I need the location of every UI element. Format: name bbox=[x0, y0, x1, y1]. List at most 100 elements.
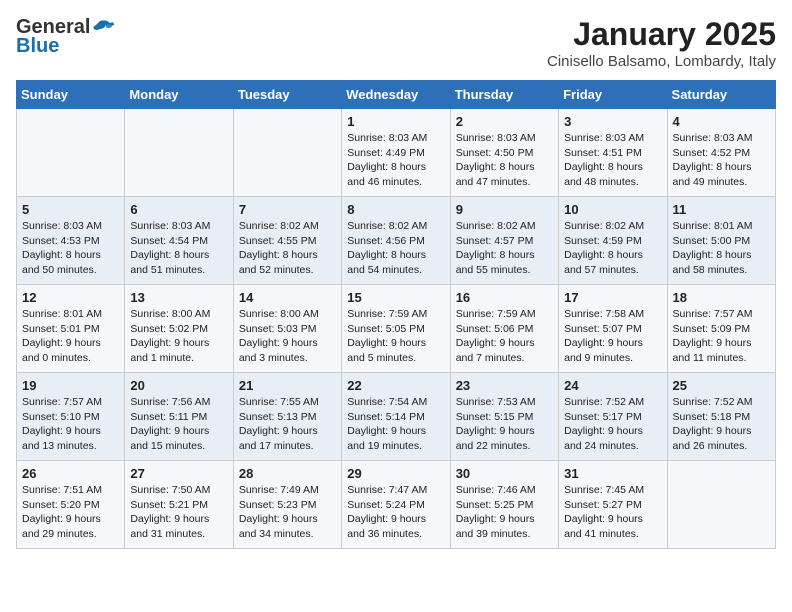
day-number: 23 bbox=[456, 378, 553, 393]
page-header: General Blue January 2025 Cinisello Bals… bbox=[16, 16, 776, 70]
day-number: 28 bbox=[239, 466, 336, 481]
day-info: Sunrise: 7:55 AM Sunset: 5:13 PM Dayligh… bbox=[239, 395, 336, 454]
day-number: 26 bbox=[22, 466, 119, 481]
calendar-cell bbox=[667, 461, 775, 549]
calendar-cell: 19 Sunrise: 7:57 AM Sunset: 5:10 PM Dayli… bbox=[17, 373, 125, 461]
day-info: Sunrise: 7:52 AM Sunset: 5:18 PM Dayligh… bbox=[673, 395, 770, 454]
calendar-week-row: 1Sunrise: 8:03 AM Sunset: 4:49 PM Daylig… bbox=[17, 109, 776, 197]
calendar-cell: 6 Sunrise: 8:03 AM Sunset: 4:54 PM Daylig… bbox=[125, 197, 233, 285]
day-number: 7 bbox=[239, 202, 336, 217]
calendar-cell: 24 Sunrise: 7:52 AM Sunset: 5:17 PM Dayli… bbox=[559, 373, 667, 461]
day-number: 21 bbox=[239, 378, 336, 393]
day-number: 20 bbox=[130, 378, 227, 393]
day-number: 13 bbox=[130, 290, 227, 305]
calendar-cell: 16Sunrise: 7:59 AM Sunset: 5:06 PM Dayli… bbox=[450, 285, 558, 373]
day-info: Sunrise: 7:56 AM Sunset: 5:11 PM Dayligh… bbox=[130, 395, 227, 454]
day-info: Sunrise: 7:46 AM Sunset: 5:25 PM Dayligh… bbox=[456, 483, 553, 542]
month-title: January 2025 bbox=[547, 16, 776, 53]
day-number: 8 bbox=[347, 202, 444, 217]
calendar-cell: 17Sunrise: 7:58 AM Sunset: 5:07 PM Dayli… bbox=[559, 285, 667, 373]
day-info: Sunrise: 8:03 AM Sunset: 4:50 PM Dayligh… bbox=[456, 131, 553, 190]
day-number: 3 bbox=[564, 114, 661, 129]
day-info: Sunrise: 8:02 AM Sunset: 4:55 PM Dayligh… bbox=[239, 219, 336, 278]
weekday-header-sunday: Sunday bbox=[17, 81, 125, 109]
day-number: 10 bbox=[564, 202, 661, 217]
calendar-cell: 10 Sunrise: 8:02 AM Sunset: 4:59 PM Dayli… bbox=[559, 197, 667, 285]
calendar-cell: 9Sunrise: 8:02 AM Sunset: 4:57 PM Daylig… bbox=[450, 197, 558, 285]
title-block: January 2025 Cinisello Balsamo, Lombardy… bbox=[547, 16, 776, 70]
calendar-cell bbox=[233, 109, 341, 197]
day-info: Sunrise: 8:01 AM Sunset: 5:00 PM Dayligh… bbox=[673, 219, 770, 278]
calendar-cell: 4Sunrise: 8:03 AM Sunset: 4:52 PM Daylig… bbox=[667, 109, 775, 197]
day-number: 4 bbox=[673, 114, 770, 129]
day-info: Sunrise: 7:58 AM Sunset: 5:07 PM Dayligh… bbox=[564, 307, 661, 366]
calendar-cell: 23 Sunrise: 7:53 AM Sunset: 5:15 PM Dayli… bbox=[450, 373, 558, 461]
calendar-cell: 1Sunrise: 8:03 AM Sunset: 4:49 PM Daylig… bbox=[342, 109, 450, 197]
day-info: Sunrise: 8:01 AM Sunset: 5:01 PM Dayligh… bbox=[22, 307, 119, 366]
day-info: Sunrise: 7:51 AM Sunset: 5:20 PM Dayligh… bbox=[22, 483, 119, 542]
day-info: Sunrise: 7:52 AM Sunset: 5:17 PM Dayligh… bbox=[564, 395, 661, 454]
calendar-cell: 28 Sunrise: 7:49 AM Sunset: 5:23 PM Dayli… bbox=[233, 461, 341, 549]
location: Cinisello Balsamo, Lombardy, Italy bbox=[547, 53, 776, 70]
calendar-week-row: 12 Sunrise: 8:01 AM Sunset: 5:01 PM Dayli… bbox=[17, 285, 776, 373]
calendar-cell: 30 Sunrise: 7:46 AM Sunset: 5:25 PM Dayli… bbox=[450, 461, 558, 549]
calendar-cell: 21 Sunrise: 7:55 AM Sunset: 5:13 PM Dayli… bbox=[233, 373, 341, 461]
day-info: Sunrise: 7:57 AM Sunset: 5:09 PM Dayligh… bbox=[673, 307, 770, 366]
day-info: Sunrise: 8:02 AM Sunset: 4:56 PM Dayligh… bbox=[347, 219, 444, 278]
calendar-cell: 8 Sunrise: 8:02 AM Sunset: 4:56 PM Daylig… bbox=[342, 197, 450, 285]
day-info: Sunrise: 7:49 AM Sunset: 5:23 PM Dayligh… bbox=[239, 483, 336, 542]
calendar-cell: 31 Sunrise: 7:45 AM Sunset: 5:27 PM Dayli… bbox=[559, 461, 667, 549]
weekday-header-friday: Friday bbox=[559, 81, 667, 109]
day-number: 25 bbox=[673, 378, 770, 393]
calendar-cell: 25 Sunrise: 7:52 AM Sunset: 5:18 PM Dayli… bbox=[667, 373, 775, 461]
calendar-table: SundayMondayTuesdayWednesdayThursdayFrid… bbox=[16, 80, 776, 549]
calendar-week-row: 19 Sunrise: 7:57 AM Sunset: 5:10 PM Dayli… bbox=[17, 373, 776, 461]
calendar-cell: 7 Sunrise: 8:02 AM Sunset: 4:55 PM Daylig… bbox=[233, 197, 341, 285]
day-number: 24 bbox=[564, 378, 661, 393]
day-info: Sunrise: 8:03 AM Sunset: 4:51 PM Dayligh… bbox=[564, 131, 661, 190]
day-number: 22 bbox=[347, 378, 444, 393]
day-info: Sunrise: 8:03 AM Sunset: 4:49 PM Dayligh… bbox=[347, 131, 444, 190]
day-info: Sunrise: 8:02 AM Sunset: 4:57 PM Dayligh… bbox=[456, 219, 553, 278]
calendar-cell: 29Sunrise: 7:47 AM Sunset: 5:24 PM Dayli… bbox=[342, 461, 450, 549]
calendar-cell: 3 Sunrise: 8:03 AM Sunset: 4:51 PM Daylig… bbox=[559, 109, 667, 197]
calendar-cell: 18Sunrise: 7:57 AM Sunset: 5:09 PM Dayli… bbox=[667, 285, 775, 373]
day-number: 27 bbox=[130, 466, 227, 481]
calendar-cell: 14 Sunrise: 8:00 AM Sunset: 5:03 PM Dayli… bbox=[233, 285, 341, 373]
day-info: Sunrise: 7:47 AM Sunset: 5:24 PM Dayligh… bbox=[347, 483, 444, 542]
calendar-cell: 15 Sunrise: 7:59 AM Sunset: 5:05 PM Dayli… bbox=[342, 285, 450, 373]
day-number: 31 bbox=[564, 466, 661, 481]
day-info: Sunrise: 8:02 AM Sunset: 4:59 PM Dayligh… bbox=[564, 219, 661, 278]
logo: General Blue bbox=[16, 16, 114, 58]
calendar-body: 1Sunrise: 8:03 AM Sunset: 4:49 PM Daylig… bbox=[17, 109, 776, 549]
weekday-header-tuesday: Tuesday bbox=[233, 81, 341, 109]
calendar-cell: 12 Sunrise: 8:01 AM Sunset: 5:01 PM Dayli… bbox=[17, 285, 125, 373]
weekday-header-wednesday: Wednesday bbox=[342, 81, 450, 109]
day-number: 12 bbox=[22, 290, 119, 305]
calendar-cell: 2Sunrise: 8:03 AM Sunset: 4:50 PM Daylig… bbox=[450, 109, 558, 197]
calendar-cell bbox=[125, 109, 233, 197]
day-info: Sunrise: 8:03 AM Sunset: 4:53 PM Dayligh… bbox=[22, 219, 119, 278]
weekday-header-saturday: Saturday bbox=[667, 81, 775, 109]
weekday-header-monday: Monday bbox=[125, 81, 233, 109]
day-number: 11 bbox=[673, 202, 770, 217]
calendar-cell: 22 Sunrise: 7:54 AM Sunset: 5:14 PM Dayli… bbox=[342, 373, 450, 461]
calendar-cell: 13Sunrise: 8:00 AM Sunset: 5:02 PM Dayli… bbox=[125, 285, 233, 373]
day-number: 15 bbox=[347, 290, 444, 305]
day-info: Sunrise: 8:03 AM Sunset: 4:54 PM Dayligh… bbox=[130, 219, 227, 278]
calendar-week-row: 5Sunrise: 8:03 AM Sunset: 4:53 PM Daylig… bbox=[17, 197, 776, 285]
day-info: Sunrise: 7:54 AM Sunset: 5:14 PM Dayligh… bbox=[347, 395, 444, 454]
calendar-header-row: SundayMondayTuesdayWednesdayThursdayFrid… bbox=[17, 81, 776, 109]
weekday-header-thursday: Thursday bbox=[450, 81, 558, 109]
day-info: Sunrise: 7:57 AM Sunset: 5:10 PM Dayligh… bbox=[22, 395, 119, 454]
day-info: Sunrise: 7:59 AM Sunset: 5:06 PM Dayligh… bbox=[456, 307, 553, 366]
day-info: Sunrise: 7:45 AM Sunset: 5:27 PM Dayligh… bbox=[564, 483, 661, 542]
day-info: Sunrise: 7:59 AM Sunset: 5:05 PM Dayligh… bbox=[347, 307, 444, 366]
day-number: 19 bbox=[22, 378, 119, 393]
day-number: 30 bbox=[456, 466, 553, 481]
day-info: Sunrise: 8:00 AM Sunset: 5:03 PM Dayligh… bbox=[239, 307, 336, 366]
day-number: 14 bbox=[239, 290, 336, 305]
day-info: Sunrise: 7:53 AM Sunset: 5:15 PM Dayligh… bbox=[456, 395, 553, 454]
day-number: 6 bbox=[130, 202, 227, 217]
calendar-cell: 27Sunrise: 7:50 AM Sunset: 5:21 PM Dayli… bbox=[125, 461, 233, 549]
